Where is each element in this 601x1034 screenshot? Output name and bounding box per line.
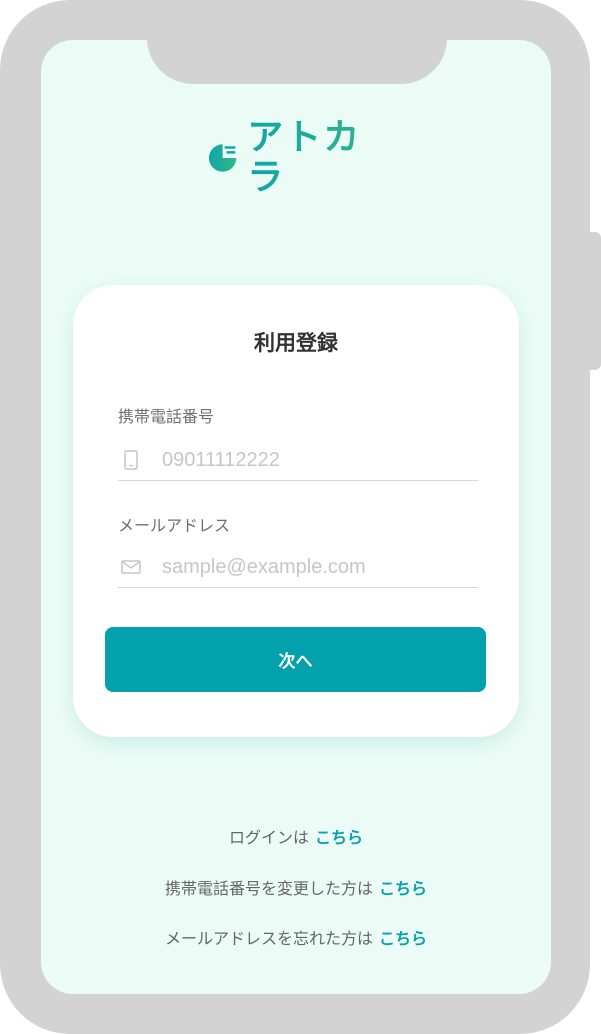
email-field-label: メールアドレス: [118, 516, 231, 535]
registration-card: 利用登録 携帯電話番号 メールアドレス 次へ: [73, 285, 519, 737]
app-logo: アトカラ: [206, 118, 396, 198]
next-button[interactable]: 次へ: [105, 627, 486, 692]
phone-changed-text: 携帯電話番号を変更した方は: [164, 879, 373, 898]
phone-field: [118, 440, 478, 481]
phone-side-button: [589, 232, 601, 370]
email-forgot-link[interactable]: こちら: [379, 929, 427, 948]
phone-field-label: 携帯電話番号: [118, 407, 215, 426]
email-input[interactable]: [162, 555, 462, 579]
page-title: 利用登録: [254, 331, 338, 355]
phone-changed-prompt: 携帯電話番号を変更した方は こちら: [41, 875, 551, 899]
login-prompt: ログインは こちら: [41, 824, 551, 848]
half-circle-logo-icon: [208, 144, 237, 172]
phone-input[interactable]: [162, 448, 462, 472]
phone-changed-link[interactable]: こちら: [379, 879, 427, 898]
phone-icon: [120, 449, 142, 471]
phone-notch: [147, 40, 447, 84]
login-prompt-text: ログインは: [228, 828, 309, 847]
brand-name: アトカラ: [247, 118, 396, 198]
login-link[interactable]: こちら: [315, 828, 363, 847]
email-forgot-text: メールアドレスを忘れた方は: [164, 929, 373, 948]
mail-icon: [120, 556, 142, 578]
email-forgot-prompt: メールアドレスを忘れた方は こちら: [41, 925, 551, 949]
app-screen: アトカラ 利用登録 携帯電話番号 メールアドレス 次へ: [41, 40, 551, 994]
email-field: [118, 547, 478, 588]
